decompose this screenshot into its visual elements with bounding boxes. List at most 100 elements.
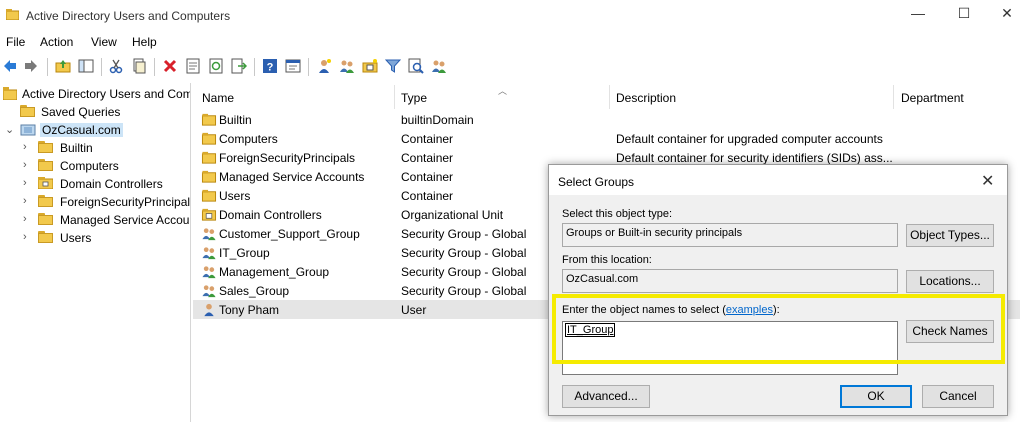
back-arrow-icon[interactable] <box>2 58 18 74</box>
tree-item-managed-service-accounts[interactable]: › Managed Service Accour <box>0 211 191 229</box>
tree-item-label: Active Directory Users and Com <box>22 87 191 101</box>
toolbar-separator <box>101 58 102 76</box>
column-header-department[interactable]: Department <box>901 91 964 105</box>
filter-icon[interactable] <box>385 58 401 74</box>
show-tree-icon[interactable] <box>78 58 94 74</box>
location-label: From this location: <box>562 254 652 266</box>
tree-item-users[interactable]: › Users <box>0 229 190 247</box>
table-row[interactable]: Computers Container Default container for … <box>193 129 1020 148</box>
chevron-right-icon[interactable]: › <box>23 195 27 207</box>
chevron-right-icon[interactable]: › <box>23 141 27 153</box>
locations-button[interactable]: Locations... <box>906 270 994 293</box>
cell-name: ForeignSecurityPrincipals <box>219 151 356 165</box>
toolbar-separator <box>154 58 155 76</box>
properties-icon[interactable] <box>185 58 201 74</box>
tree-item-label: Managed Service Accour <box>60 213 191 227</box>
tree-item-domain-controllers[interactable]: › Domain Controllers <box>0 175 190 193</box>
toolbar-separator <box>308 58 309 76</box>
add-to-group-icon[interactable] <box>431 58 447 74</box>
cell-name: Customer_Support_Group <box>219 227 360 241</box>
column-divider[interactable] <box>394 85 395 109</box>
maximize-button[interactable]: ☐ <box>949 5 979 25</box>
highlight-box <box>552 294 1005 364</box>
console-icon[interactable] <box>285 58 301 74</box>
tree-item-builtin[interactable]: › Builtin <box>0 139 190 157</box>
new-group-icon[interactable] <box>339 58 355 74</box>
find-icon[interactable] <box>408 58 424 74</box>
table-row[interactable]: Builtin builtinDomain <box>193 110 1020 129</box>
column-header-description[interactable]: Description <box>616 91 676 105</box>
column-divider[interactable] <box>609 85 610 109</box>
chevron-right-icon[interactable]: › <box>23 159 27 171</box>
close-window-button[interactable]: ✕ <box>992 5 1020 25</box>
delete-icon[interactable] <box>162 58 178 74</box>
refresh-icon[interactable] <box>208 58 224 74</box>
export-icon[interactable] <box>231 58 247 74</box>
group-icon <box>202 247 216 260</box>
chevron-right-icon[interactable]: › <box>23 231 27 243</box>
ou-icon <box>38 177 53 189</box>
tree-item-computers[interactable]: › Computers <box>0 157 190 175</box>
domain-icon <box>20 124 36 136</box>
cell-type: Organizational Unit <box>401 208 504 222</box>
minimize-button[interactable]: — <box>903 5 933 25</box>
menu-view[interactable]: View <box>91 35 117 49</box>
location-field: OzCasual.com <box>562 269 898 293</box>
group-icon <box>202 285 216 298</box>
cell-name: Managed Service Accounts <box>219 170 365 184</box>
object-types-button[interactable]: Object Types... <box>906 224 994 247</box>
cut-icon[interactable] <box>108 58 124 74</box>
window-title: Active Directory Users and Computers <box>26 9 231 23</box>
folder-icon <box>201 151 217 164</box>
cell-type: Security Group - Global <box>401 246 527 260</box>
folder-icon <box>201 132 217 145</box>
column-divider[interactable] <box>893 85 894 109</box>
advanced-button[interactable]: Advanced... <box>562 385 650 408</box>
menu-help[interactable]: Help <box>132 35 157 49</box>
cell-description: Default container for security identifie… <box>616 151 893 165</box>
dialog-titlebar: Select Groups ✕ <box>549 165 1007 195</box>
tree-item-label: Domain Controllers <box>60 177 163 191</box>
tree-item-domain[interactable]: ⌄ OzCasual.com <box>0 121 190 139</box>
cell-name: Sales_Group <box>219 284 290 298</box>
cell-name: Users <box>219 189 251 203</box>
user-icon <box>204 303 214 317</box>
chevron-right-icon[interactable]: › <box>23 213 27 225</box>
menu-file[interactable]: File <box>6 35 25 49</box>
folder-icon <box>201 189 217 202</box>
column-header-name[interactable]: Name <box>202 91 234 105</box>
ou-icon <box>201 208 217 221</box>
chevron-right-icon[interactable]: › <box>23 177 27 189</box>
cell-type: Security Group - Global <box>401 227 527 241</box>
column-header-type[interactable]: Type <box>401 91 427 105</box>
new-user-icon[interactable] <box>316 58 332 74</box>
forward-arrow-icon[interactable] <box>23 58 39 74</box>
tree-item-saved-queries[interactable]: Saved Queries <box>0 103 190 121</box>
new-ou-icon[interactable] <box>362 58 378 74</box>
tree-item-root[interactable]: Active Directory Users and Com <box>0 85 191 103</box>
tree-item-label: Computers <box>60 159 119 173</box>
sort-ascending-icon: ︿ <box>498 86 508 96</box>
group-icon <box>202 266 216 279</box>
cell-type: builtinDomain <box>401 113 474 127</box>
tree-item-label: Users <box>60 231 92 245</box>
help-icon[interactable]: ? <box>262 58 278 74</box>
copy-icon[interactable] <box>131 58 147 74</box>
ok-button[interactable]: OK <box>840 385 912 408</box>
menu-bar: File Action View Help <box>0 32 1020 52</box>
close-icon[interactable]: ✕ <box>981 171 994 191</box>
up-folder-icon[interactable] <box>55 58 71 74</box>
chevron-down-icon[interactable]: ⌄ <box>5 123 14 136</box>
folder-icon <box>38 141 53 153</box>
cancel-button[interactable]: Cancel <box>922 385 994 408</box>
cell-description: Default container for upgraded computer … <box>616 132 883 146</box>
menu-action[interactable]: Action <box>40 35 73 49</box>
toolbar-separator <box>47 58 48 76</box>
ad-users-computers-icon <box>6 9 19 20</box>
toolbar-separator <box>254 58 255 76</box>
tree-item-foreign-security-principals[interactable]: › ForeignSecurityPrincipals <box>0 193 190 211</box>
folder-icon <box>38 231 53 243</box>
group-icon <box>202 228 216 241</box>
ad-users-computers-icon <box>3 87 17 100</box>
cell-name: IT_Group <box>219 246 270 260</box>
